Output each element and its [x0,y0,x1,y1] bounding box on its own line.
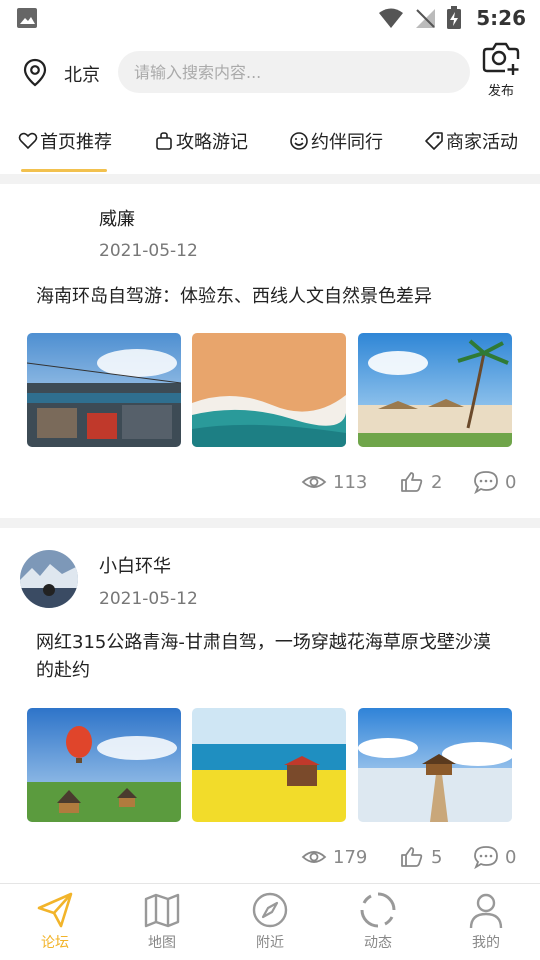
post-photo-beach-aerial[interactable] [192,333,346,447]
tab-label: 首页推荐 [40,132,112,153]
wifi-icon [379,8,404,28]
comment-bubble-icon [474,846,498,869]
bag-icon [156,132,172,150]
tab-home-recommend[interactable]: 首页推荐 [18,124,112,158]
clock: 5:26 [476,6,526,30]
comment-count-value: 0 [505,471,517,493]
nav-label: 论坛 [41,935,69,951]
avatar[interactable] [20,550,78,608]
publish-label: 发布 [487,84,514,99]
publish-button[interactable]: 发布 [478,40,524,102]
section-divider [0,174,540,184]
location-pin-icon[interactable] [21,58,49,88]
nav-label: 我的 [472,935,500,951]
compass-icon [252,892,288,928]
view-count-value: 113 [333,471,368,493]
like-count-value: 2 [431,471,443,493]
nav-forum[interactable]: 论坛 [25,890,85,952]
post-title[interactable]: 海南环岛自驾游：体验东、西线人文自然景色差异 [36,283,506,311]
camera-plus-icon [482,42,520,75]
paper-plane-icon [37,892,73,928]
no-signal-icon [416,9,436,28]
like-button[interactable]: 2 [399,470,442,494]
bottom-navigation: 论坛 地图 附近 动态 我的 [0,883,540,960]
status-bar: 5:26 [0,0,540,36]
like-button[interactable]: 5 [399,845,442,869]
nav-feed[interactable]: 动态 [348,890,408,952]
comment-button[interactable]: 0 [473,470,516,494]
loading-ring-icon [360,892,396,928]
tab-label: 约伴同行 [311,132,383,153]
comment-bubble-icon [474,471,498,494]
post-photo-salt-lake-pavilion[interactable] [358,708,512,822]
gallery-notification-icon [17,8,37,28]
comment-button[interactable]: 0 [473,845,516,869]
tab-merchant-events[interactable]: 商家活动 [424,124,518,158]
nav-map[interactable]: 地图 [132,890,192,952]
thumbs-up-icon [401,472,423,492]
post-date: 2021-05-12 [99,589,198,609]
eye-icon [301,476,327,488]
city-selector[interactable]: 北京 [64,61,100,87]
post-author[interactable]: 小白环华 [99,552,171,578]
section-divider [0,518,540,528]
view-count: 113 [301,470,367,494]
nav-label: 地图 [148,935,176,951]
nav-label: 附近 [256,935,284,951]
eye-icon [301,851,327,863]
search-input[interactable] [118,51,470,93]
post-photo-hot-air-balloon[interactable] [27,708,181,822]
person-icon [469,893,503,929]
tab-label: 攻略游记 [176,132,248,153]
thumbs-up-icon [401,847,423,867]
tag-icon [425,132,443,150]
view-count-value: 179 [333,846,368,868]
post-card[interactable]: 威廉 2021-05-12 海南环岛自驾游：体验东、西线人文自然景色差异 113… [0,184,540,518]
category-tabs: 首页推荐 攻略游记 约伴同行 商家活动 [0,114,540,172]
smile-icon [290,132,308,150]
post-title[interactable]: 网红315公路青海-甘肃自驾，一场穿越花海草原戈壁沙漠的赴约 [36,629,506,685]
tab-travel-companions[interactable]: 约伴同行 [289,124,383,158]
post-photo-harbor[interactable] [27,333,181,447]
nav-nearby[interactable]: 附近 [240,890,300,952]
comment-count-value: 0 [505,846,517,868]
post-date: 2021-05-12 [99,241,198,261]
post-author[interactable]: 威廉 [99,205,135,231]
tab-travel-guides[interactable]: 攻略游记 [154,124,248,158]
nav-label: 动态 [364,935,392,951]
nav-profile[interactable]: 我的 [456,890,516,952]
heart-icon [18,132,38,150]
post-photo-palm-beach[interactable] [358,333,512,447]
search-row: 北京 发布 [0,42,540,104]
like-count-value: 5 [431,846,443,868]
tab-label: 商家活动 [446,132,518,153]
post-photo-rapeseed-lake[interactable] [192,708,346,822]
active-tab-indicator [21,169,107,172]
battery-charging-icon [447,6,462,29]
map-icon [144,893,180,928]
post-card[interactable]: 小白环华 2021-05-12 网红315公路青海-甘肃自驾，一场穿越花海草原戈… [0,528,540,883]
view-count: 179 [301,845,367,869]
